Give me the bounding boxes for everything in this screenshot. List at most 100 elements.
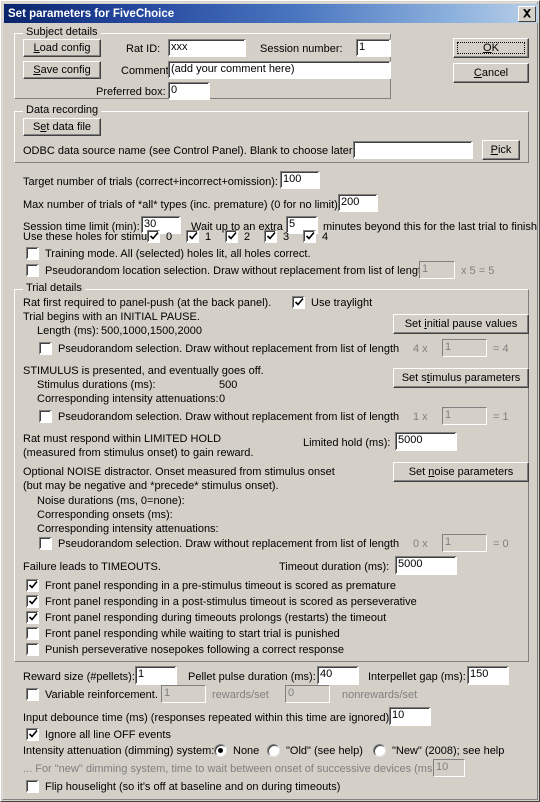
timeouts-label: Failure leads to TIMEOUTS.	[23, 561, 161, 573]
hole-4-checkbox[interactable]	[303, 230, 316, 243]
load-config-button[interactable]: Load config	[23, 39, 101, 57]
max-trials-input[interactable]: 200	[338, 194, 378, 212]
dialog-window: Set parameters for FiveChoice Subject de…	[0, 0, 540, 802]
timeout-option-1-label: Front panel responding in a post-stimulu…	[45, 596, 417, 608]
stimulus-pseudorandom-checkbox[interactable]	[39, 410, 52, 423]
titlebar-buttons	[518, 5, 538, 22]
dimming-option-none-radio[interactable]	[214, 744, 227, 757]
comment-input[interactable]: (add your comment here)	[168, 61, 391, 79]
pause-pseudorandom-checkbox[interactable]	[39, 342, 52, 355]
hole-2-checkbox[interactable]	[225, 230, 238, 243]
timeout-option-1-checkbox[interactable]	[26, 595, 39, 608]
timeout-option-0-checkbox[interactable]	[26, 579, 39, 592]
rewards-per-set-value: 1	[164, 687, 171, 699]
session-number-label: Session number:	[260, 43, 343, 55]
set-noise-parameters-button[interactable]: Set noise parameters	[393, 462, 529, 482]
variable-reinforcement-checkbox[interactable]	[26, 688, 39, 701]
noise-durations-label: Noise durations (ms, 0=none):	[37, 495, 185, 507]
dimming-option-old-radio[interactable]	[267, 744, 280, 757]
wait-extra-value: 5	[289, 218, 296, 230]
ok-button[interactable]: OK	[453, 38, 529, 58]
hole-0-checkbox[interactable]	[147, 230, 160, 243]
variable-reinforcement-label: Variable reinforcement.	[45, 689, 158, 701]
stimulus-attenuations-label: Corresponding intensity attenuations:	[37, 393, 219, 405]
pseudorandom-location-checkbox[interactable]	[26, 264, 39, 277]
dimming-system-label: Intensity attenuation (dimming) system:	[23, 745, 215, 757]
timeout-duration-value: 5000	[398, 558, 423, 570]
hole-1-label: 1	[205, 231, 212, 243]
dimming-wait-value: 10	[436, 761, 449, 773]
session-number-value: 1	[359, 41, 366, 53]
pick-button[interactable]: Pick	[482, 140, 520, 160]
stimulus-pseudorandom-input: 1	[442, 407, 487, 425]
pseudorandom-location-label: Pseudorandom location selection. Draw wi…	[45, 265, 428, 277]
rewards-per-set-input: 1	[161, 685, 206, 703]
initial-pause-length-value: 500,1000,1500,2000	[101, 325, 202, 337]
timeout-duration-input[interactable]: 5000	[395, 556, 457, 575]
noise-line1: Optional NOISE distractor. Onset measure…	[23, 466, 335, 478]
pseudorandom-location-value: 1	[422, 263, 429, 275]
limited-hold-line2: (measured from stimulus onset) to gain r…	[23, 447, 254, 459]
target-trials-input[interactable]: 100	[280, 171, 320, 189]
dimming-wait-input: 10	[433, 759, 465, 777]
panel-push-label: Rat first required to panel-push (at the…	[23, 297, 272, 309]
noise-pseudorandom-prefix: 0 x	[413, 538, 428, 550]
save-config-button[interactable]: Save config	[23, 61, 101, 79]
rat-id-input[interactable]: xxx	[168, 39, 246, 57]
timeout-option-4-checkbox[interactable]	[26, 643, 39, 656]
limited-hold-input[interactable]: 5000	[395, 432, 457, 451]
holes-label: Use these holes for stimuli:	[23, 231, 156, 243]
wait-extra-suffix: minutes beyond this for the last trial t…	[323, 221, 537, 233]
interpellet-gap-label: Interpellet gap (ms):	[368, 671, 466, 683]
set-data-file-button[interactable]: Set data file	[23, 118, 101, 136]
pause-pseudorandom-prefix: 4 x	[413, 343, 428, 355]
close-icon[interactable]	[518, 5, 536, 22]
comment-value: (add your comment here)	[171, 63, 295, 75]
use-traylight-label: Use traylight	[311, 297, 373, 309]
dimming-wait-label: ... For "new" dimming system, time to wa…	[23, 763, 440, 775]
title-bar[interactable]: Set parameters for FiveChoice	[4, 4, 538, 23]
dimming-option-new-radio[interactable]	[373, 744, 386, 757]
data-recording-legend: Data recording	[23, 104, 102, 116]
nonrewards-per-set-suffix: nonrewards/set	[342, 689, 418, 701]
hole-2-label: 2	[244, 231, 251, 243]
cancel-button[interactable]: Cancel	[453, 63, 529, 83]
subject-details-legend: Subject details	[23, 26, 101, 38]
limited-hold-line1: Rat must respond within LIMITED HOLD	[23, 433, 222, 445]
interpellet-gap-input[interactable]: 150	[467, 666, 509, 685]
hole-3-checkbox[interactable]	[264, 230, 277, 243]
hole-1-checkbox[interactable]	[186, 230, 199, 243]
preferred-box-value: 0	[171, 84, 178, 96]
use-traylight-checkbox[interactable]	[292, 296, 305, 309]
flip-houselight-checkbox[interactable]	[26, 780, 39, 793]
set-initial-pause-button[interactable]: Set initial pause values	[393, 314, 529, 334]
debounce-input[interactable]: 10	[389, 707, 431, 726]
rewards-per-set-suffix: rewards/set	[212, 689, 269, 701]
timeout-option-3-label: Front panel responding while waiting to …	[45, 628, 340, 640]
preferred-box-label: Preferred box:	[96, 86, 166, 98]
reward-size-value: 1	[138, 668, 145, 680]
session-number-input[interactable]: 1	[356, 39, 391, 57]
timeout-option-2-checkbox[interactable]	[26, 611, 39, 624]
pellet-pulse-label: Pellet pulse duration (ms):	[188, 671, 316, 683]
target-trials-value: 100	[283, 173, 302, 185]
odbc-input[interactable]	[353, 141, 473, 159]
timeout-option-3-checkbox[interactable]	[26, 627, 39, 640]
rat-id-label: Rat ID:	[126, 43, 161, 55]
stimulus-pseudorandom-prefix: 1 x	[413, 411, 428, 423]
training-mode-checkbox[interactable]	[26, 247, 39, 260]
hole-0-label: 0	[166, 231, 173, 243]
pause-pseudorandom-value: 1	[445, 341, 452, 353]
timeout-option-2-label: Front panel responding during timeouts p…	[45, 612, 387, 624]
nonrewards-per-set-value: 0	[288, 687, 295, 699]
ignore-line-off-checkbox[interactable]	[26, 728, 39, 741]
reward-size-input[interactable]: 1	[135, 666, 177, 685]
preferred-box-input[interactable]: 0	[168, 82, 210, 100]
pellet-pulse-input[interactable]: 40	[317, 666, 359, 685]
stimulus-attenuations-value: 0	[219, 393, 226, 405]
dimming-option-old-label: "Old" (see help)	[286, 745, 363, 757]
noise-pseudorandom-checkbox[interactable]	[39, 537, 52, 550]
stimulus-durations-value: 500	[219, 379, 238, 391]
set-stimulus-parameters-button[interactable]: Set stimulus parameters	[393, 368, 529, 388]
hole-4-label: 4	[322, 231, 329, 243]
